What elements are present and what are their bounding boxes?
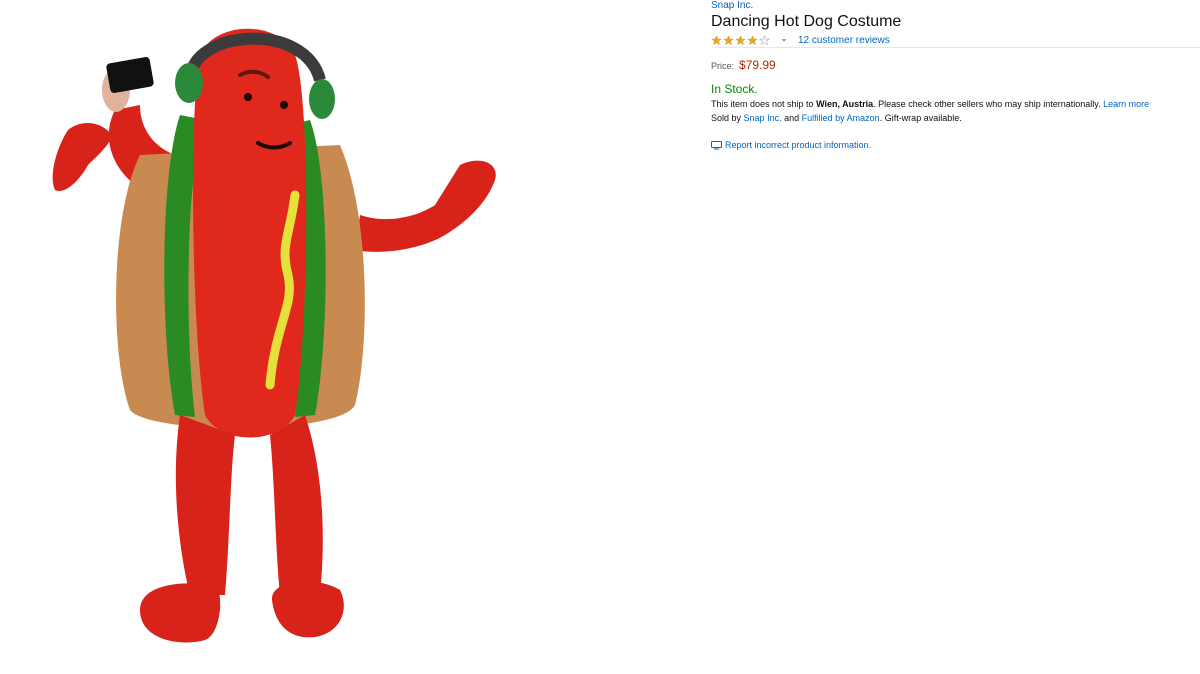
report-label: Report incorrect product information. (725, 140, 872, 150)
star-icon (711, 34, 722, 45)
seller-link[interactable]: Snap Inc. (744, 113, 782, 123)
shipping-notice: This item does not ship to Wien, Austria… (711, 99, 1149, 109)
customer-reviews-link[interactable]: 12 customer reviews (798, 35, 890, 46)
monitor-icon (711, 140, 722, 149)
product-title: Dancing Hot Dog Costume (711, 13, 902, 30)
stock-status: In Stock. (711, 82, 758, 96)
chevron-down-icon[interactable] (780, 36, 788, 44)
star-icon (735, 34, 746, 45)
shipping-suffix: . Please check other sellers who may shi… (873, 99, 1101, 109)
gift-wrap-text: . Gift-wrap available. (879, 113, 962, 123)
price-label: Price: (711, 61, 735, 71)
divider (711, 47, 1200, 48)
shipping-location: Wien, Austria (816, 99, 874, 109)
seller-info: Sold by Snap Inc. and Fulfilled by Amazo… (711, 113, 962, 123)
learn-more-link[interactable]: Learn more (1103, 99, 1149, 109)
brand-link[interactable]: Snap Inc. (711, 0, 753, 11)
star-icon (747, 34, 758, 45)
sold-by-prefix: Sold by (711, 113, 742, 123)
star-rating[interactable] (711, 34, 771, 46)
and-text: and (784, 113, 800, 123)
fulfilled-by-amazon-link[interactable]: Fulfilled by Amazon (802, 113, 880, 123)
product-image[interactable] (40, 15, 510, 655)
report-product-info-link[interactable]: Report incorrect product information. (711, 140, 871, 150)
star-empty-icon (759, 34, 770, 45)
star-icon (723, 34, 734, 45)
shipping-prefix: This item does not ship to (711, 99, 814, 109)
price-row: Price: $79.99 (711, 58, 776, 72)
rating-row: 12 customer reviews (711, 33, 890, 47)
price-value: $79.99 (739, 58, 776, 72)
